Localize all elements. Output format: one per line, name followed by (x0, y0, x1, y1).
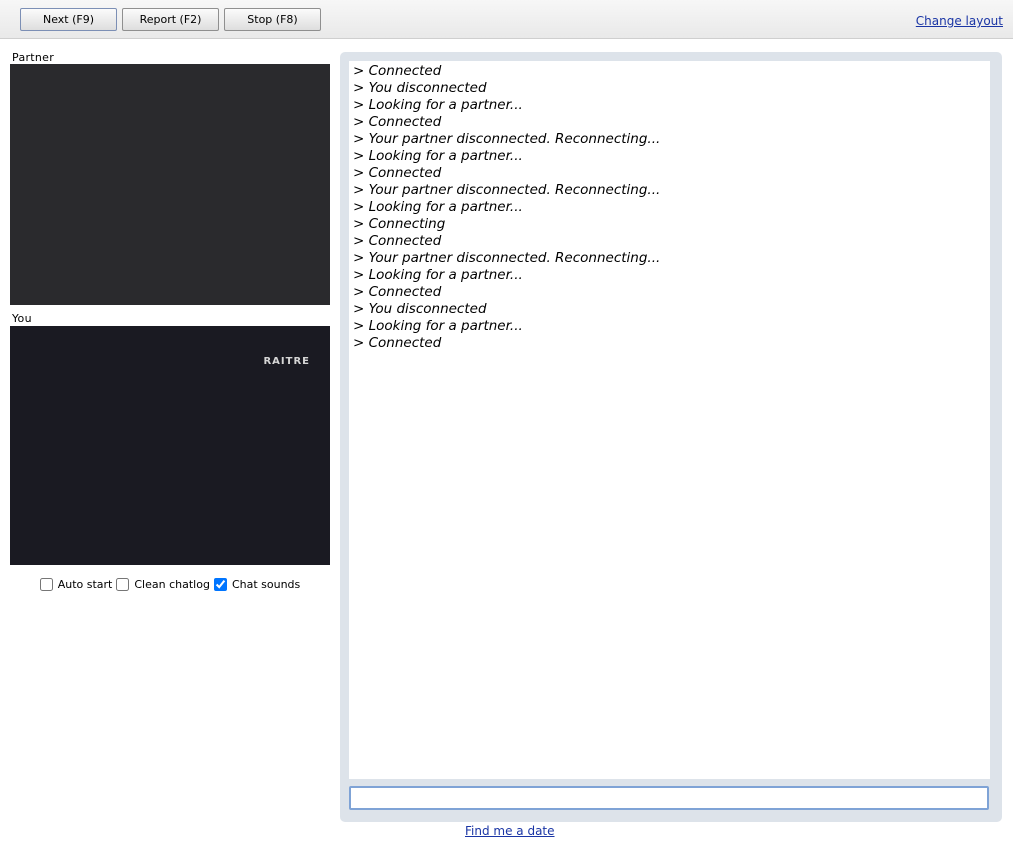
find-date-link[interactable]: Find me a date (465, 824, 555, 838)
chat-log-line: > Your partner disconnected. Reconnectin… (353, 182, 661, 198)
chat-log-line: > Connected (353, 63, 442, 79)
chat-log[interactable]: > Connected > You disconnected > Looking f… (349, 61, 990, 779)
partner-video-label: Partner (12, 51, 55, 64)
you-video: RAITRE (10, 326, 330, 565)
partner-video (10, 64, 330, 305)
chat-log-line: > Connecting (353, 216, 446, 232)
auto-start-option[interactable]: Auto start (39, 578, 113, 591)
chat-log-line: > Connected (353, 165, 442, 181)
chat-log-line: > Your partner disconnected. Reconnectin… (353, 250, 661, 266)
chat-panel: > Connected > You disconnected > Looking f… (340, 52, 1002, 822)
chat-log-line: > Looking for a partner... (353, 199, 523, 215)
auto-start-label: Auto start (57, 578, 113, 591)
chat-log-line: > Looking for a partner... (353, 97, 523, 113)
chat-log-line: > Connected (353, 335, 442, 351)
next-button[interactable]: Next (F9) (20, 8, 117, 31)
chat-sounds-option[interactable]: Chat sounds (213, 578, 301, 591)
video-watermark: RAITRE (263, 356, 310, 367)
clean-chatlog-option[interactable]: Clean chatlog (116, 578, 210, 591)
options-row: Auto start Clean chatlog Chat sounds (10, 578, 330, 591)
clean-chatlog-label: Clean chatlog (134, 578, 210, 591)
stop-button[interactable]: Stop (F8) (224, 8, 321, 31)
chat-log-line: > You disconnected (353, 80, 487, 96)
chat-log-line: > Your partner disconnected. Reconnectin… (353, 131, 661, 147)
chat-log-line: > Connected (353, 233, 442, 249)
chat-input[interactable] (349, 786, 989, 810)
chat-log-line: > You disconnected (353, 301, 487, 317)
chat-log-line: > Looking for a partner... (353, 148, 523, 164)
chat-log-line: > Looking for a partner... (353, 318, 523, 334)
chat-log-line: > Connected (353, 114, 442, 130)
chat-sounds-label: Chat sounds (231, 578, 301, 591)
report-button[interactable]: Report (F2) (122, 8, 219, 31)
clean-chatlog-checkbox[interactable] (116, 578, 130, 591)
you-video-label: You (12, 312, 32, 325)
change-layout-link[interactable]: Change layout (916, 14, 1003, 28)
chat-log-line: > Looking for a partner... (353, 267, 523, 283)
toolbar: Next (F9) Report (F2) Stop (F8) Change l… (0, 0, 1013, 39)
auto-start-checkbox[interactable] (39, 578, 53, 591)
chat-log-line: > Connected (353, 284, 442, 300)
chat-sounds-checkbox[interactable] (213, 578, 227, 591)
